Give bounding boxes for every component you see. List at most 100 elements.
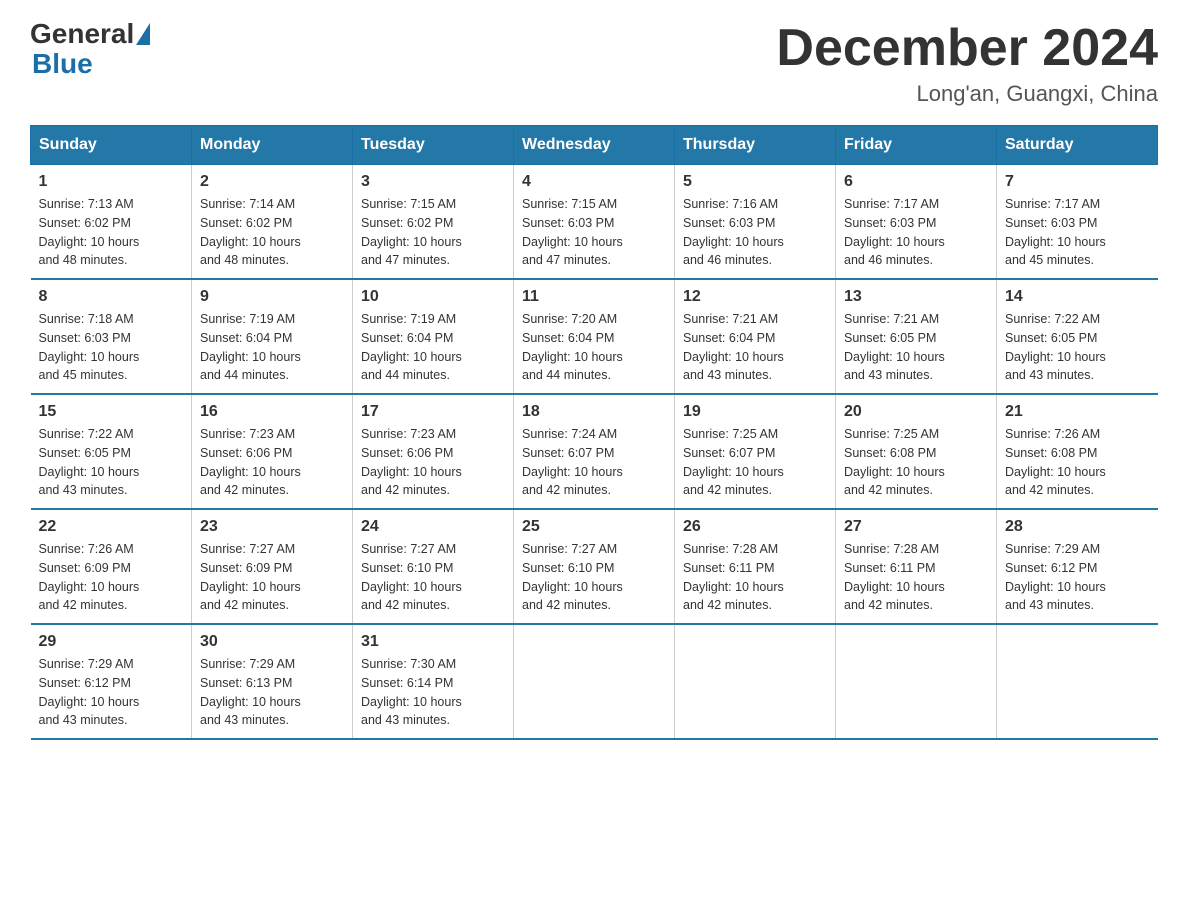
calendar-cell: 3Sunrise: 7:15 AMSunset: 6:02 PMDaylight… bbox=[353, 165, 514, 280]
day-number: 16 bbox=[200, 403, 344, 421]
day-info: Sunrise: 7:22 AMSunset: 6:05 PMDaylight:… bbox=[1005, 310, 1150, 385]
calendar-week-row: 1Sunrise: 7:13 AMSunset: 6:02 PMDaylight… bbox=[31, 165, 1158, 280]
day-info: Sunrise: 7:19 AMSunset: 6:04 PMDaylight:… bbox=[200, 310, 344, 385]
day-number: 25 bbox=[522, 518, 666, 536]
day-info: Sunrise: 7:23 AMSunset: 6:06 PMDaylight:… bbox=[361, 425, 505, 500]
day-number: 7 bbox=[1005, 173, 1150, 191]
header-day-thursday: Thursday bbox=[675, 126, 836, 165]
day-number: 22 bbox=[39, 518, 184, 536]
day-number: 21 bbox=[1005, 403, 1150, 421]
day-info: Sunrise: 7:15 AMSunset: 6:03 PMDaylight:… bbox=[522, 195, 666, 270]
calendar-cell bbox=[514, 624, 675, 739]
day-info: Sunrise: 7:26 AMSunset: 6:08 PMDaylight:… bbox=[1005, 425, 1150, 500]
logo: General bbox=[30, 20, 152, 48]
day-number: 8 bbox=[39, 288, 184, 306]
calendar-cell: 15Sunrise: 7:22 AMSunset: 6:05 PMDayligh… bbox=[31, 394, 192, 509]
calendar-cell: 18 Sunrise: 7:24 AMSunset: 6:07 PMDayligh… bbox=[514, 394, 675, 509]
day-number: 2 bbox=[200, 173, 344, 191]
calendar-cell: 25 Sunrise: 7:27 AMSunset: 6:10 PMDayligh… bbox=[514, 509, 675, 624]
calendar-cell: 29 Sunrise: 7:29 AMSunset: 6:12 PMDayligh… bbox=[31, 624, 192, 739]
calendar-body: 1Sunrise: 7:13 AMSunset: 6:02 PMDaylight… bbox=[31, 165, 1158, 740]
calendar-cell: 9 Sunrise: 7:19 AMSunset: 6:04 PMDaylight… bbox=[192, 279, 353, 394]
day-info: Sunrise: 7:29 AMSunset: 6:13 PMDaylight:… bbox=[200, 655, 344, 730]
day-info: Sunrise: 7:17 AMSunset: 6:03 PMDaylight:… bbox=[1005, 195, 1150, 270]
calendar-cell: 23 Sunrise: 7:27 AMSunset: 6:09 PMDayligh… bbox=[192, 509, 353, 624]
calendar-cell: 11Sunrise: 7:20 AMSunset: 6:04 PMDayligh… bbox=[514, 279, 675, 394]
location-title: Long'an, Guangxi, China bbox=[776, 81, 1158, 107]
logo-blue-text: Blue bbox=[32, 48, 93, 79]
day-info: Sunrise: 7:14 AMSunset: 6:02 PMDaylight:… bbox=[200, 195, 344, 270]
day-info: Sunrise: 7:16 AMSunset: 6:03 PMDaylight:… bbox=[683, 195, 827, 270]
calendar-cell: 17 Sunrise: 7:23 AMSunset: 6:06 PMDayligh… bbox=[353, 394, 514, 509]
day-info: Sunrise: 7:28 AMSunset: 6:11 PMDaylight:… bbox=[844, 540, 988, 615]
header-day-saturday: Saturday bbox=[997, 126, 1158, 165]
day-number: 10 bbox=[361, 288, 505, 306]
day-info: Sunrise: 7:15 AMSunset: 6:02 PMDaylight:… bbox=[361, 195, 505, 270]
calendar-cell: 10 Sunrise: 7:19 AMSunset: 6:04 PMDayligh… bbox=[353, 279, 514, 394]
day-info: Sunrise: 7:27 AMSunset: 6:10 PMDaylight:… bbox=[361, 540, 505, 615]
day-number: 5 bbox=[683, 173, 827, 191]
day-number: 31 bbox=[361, 633, 505, 651]
calendar-cell: 5 Sunrise: 7:16 AMSunset: 6:03 PMDaylight… bbox=[675, 165, 836, 280]
day-number: 14 bbox=[1005, 288, 1150, 306]
day-number: 4 bbox=[522, 173, 666, 191]
header-day-tuesday: Tuesday bbox=[353, 126, 514, 165]
header-day-friday: Friday bbox=[836, 126, 997, 165]
calendar-cell: 28 Sunrise: 7:29 AMSunset: 6:12 PMDayligh… bbox=[997, 509, 1158, 624]
month-title: December 2024 bbox=[776, 20, 1158, 77]
day-info: Sunrise: 7:21 AMSunset: 6:05 PMDaylight:… bbox=[844, 310, 988, 385]
day-number: 9 bbox=[200, 288, 344, 306]
day-number: 23 bbox=[200, 518, 344, 536]
day-info: Sunrise: 7:19 AMSunset: 6:04 PMDaylight:… bbox=[361, 310, 505, 385]
day-info: Sunrise: 7:25 AMSunset: 6:08 PMDaylight:… bbox=[844, 425, 988, 500]
day-number: 29 bbox=[39, 633, 184, 651]
day-info: Sunrise: 7:20 AMSunset: 6:04 PMDaylight:… bbox=[522, 310, 666, 385]
header-day-monday: Monday bbox=[192, 126, 353, 165]
day-info: Sunrise: 7:29 AMSunset: 6:12 PMDaylight:… bbox=[39, 655, 184, 730]
calendar-cell: 7 Sunrise: 7:17 AMSunset: 6:03 PMDaylight… bbox=[997, 165, 1158, 280]
day-info: Sunrise: 7:25 AMSunset: 6:07 PMDaylight:… bbox=[683, 425, 827, 500]
calendar-cell: 20 Sunrise: 7:25 AMSunset: 6:08 PMDayligh… bbox=[836, 394, 997, 509]
day-number: 28 bbox=[1005, 518, 1150, 536]
day-number: 20 bbox=[844, 403, 988, 421]
day-info: Sunrise: 7:27 AMSunset: 6:09 PMDaylight:… bbox=[200, 540, 344, 615]
day-info: Sunrise: 7:28 AMSunset: 6:11 PMDaylight:… bbox=[683, 540, 827, 615]
calendar-cell: 22 Sunrise: 7:26 AMSunset: 6:09 PMDayligh… bbox=[31, 509, 192, 624]
calendar-cell: 21 Sunrise: 7:26 AMSunset: 6:08 PMDayligh… bbox=[997, 394, 1158, 509]
calendar-cell: 30 Sunrise: 7:29 AMSunset: 6:13 PMDayligh… bbox=[192, 624, 353, 739]
day-info: Sunrise: 7:22 AMSunset: 6:05 PMDaylight:… bbox=[39, 425, 184, 500]
day-info: Sunrise: 7:29 AMSunset: 6:12 PMDaylight:… bbox=[1005, 540, 1150, 615]
day-info: Sunrise: 7:18 AMSunset: 6:03 PMDaylight:… bbox=[39, 310, 184, 385]
day-number: 26 bbox=[683, 518, 827, 536]
calendar-week-row: 8 Sunrise: 7:18 AMSunset: 6:03 PMDaylight… bbox=[31, 279, 1158, 394]
calendar-table: SundayMondayTuesdayWednesdayThursdayFrid… bbox=[30, 125, 1158, 740]
day-number: 18 bbox=[522, 403, 666, 421]
calendar-cell: 4 Sunrise: 7:15 AMSunset: 6:03 PMDaylight… bbox=[514, 165, 675, 280]
day-info: Sunrise: 7:30 AMSunset: 6:14 PMDaylight:… bbox=[361, 655, 505, 730]
day-number: 27 bbox=[844, 518, 988, 536]
day-info: Sunrise: 7:13 AMSunset: 6:02 PMDaylight:… bbox=[39, 195, 184, 270]
calendar-cell: 16 Sunrise: 7:23 AMSunset: 6:06 PMDayligh… bbox=[192, 394, 353, 509]
day-number: 30 bbox=[200, 633, 344, 651]
day-info: Sunrise: 7:17 AMSunset: 6:03 PMDaylight:… bbox=[844, 195, 988, 270]
calendar-cell: 8 Sunrise: 7:18 AMSunset: 6:03 PMDaylight… bbox=[31, 279, 192, 394]
calendar-cell: 26 Sunrise: 7:28 AMSunset: 6:11 PMDayligh… bbox=[675, 509, 836, 624]
day-info: Sunrise: 7:23 AMSunset: 6:06 PMDaylight:… bbox=[200, 425, 344, 500]
day-info: Sunrise: 7:26 AMSunset: 6:09 PMDaylight:… bbox=[39, 540, 184, 615]
calendar-cell: 14 Sunrise: 7:22 AMSunset: 6:05 PMDayligh… bbox=[997, 279, 1158, 394]
calendar-cell: 2 Sunrise: 7:14 AMSunset: 6:02 PMDaylight… bbox=[192, 165, 353, 280]
calendar-cell bbox=[836, 624, 997, 739]
calendar-cell bbox=[997, 624, 1158, 739]
calendar-week-row: 15Sunrise: 7:22 AMSunset: 6:05 PMDayligh… bbox=[31, 394, 1158, 509]
logo-area: General Blue bbox=[30, 20, 152, 80]
logo-triangle-icon bbox=[136, 23, 150, 45]
calendar-cell: 24Sunrise: 7:27 AMSunset: 6:10 PMDayligh… bbox=[353, 509, 514, 624]
day-number: 19 bbox=[683, 403, 827, 421]
day-number: 12 bbox=[683, 288, 827, 306]
day-number: 17 bbox=[361, 403, 505, 421]
calendar-week-row: 29 Sunrise: 7:29 AMSunset: 6:12 PMDayligh… bbox=[31, 624, 1158, 739]
header-row: SundayMondayTuesdayWednesdayThursdayFrid… bbox=[31, 126, 1158, 165]
day-info: Sunrise: 7:27 AMSunset: 6:10 PMDaylight:… bbox=[522, 540, 666, 615]
day-info: Sunrise: 7:24 AMSunset: 6:07 PMDaylight:… bbox=[522, 425, 666, 500]
calendar-cell: 1Sunrise: 7:13 AMSunset: 6:02 PMDaylight… bbox=[31, 165, 192, 280]
